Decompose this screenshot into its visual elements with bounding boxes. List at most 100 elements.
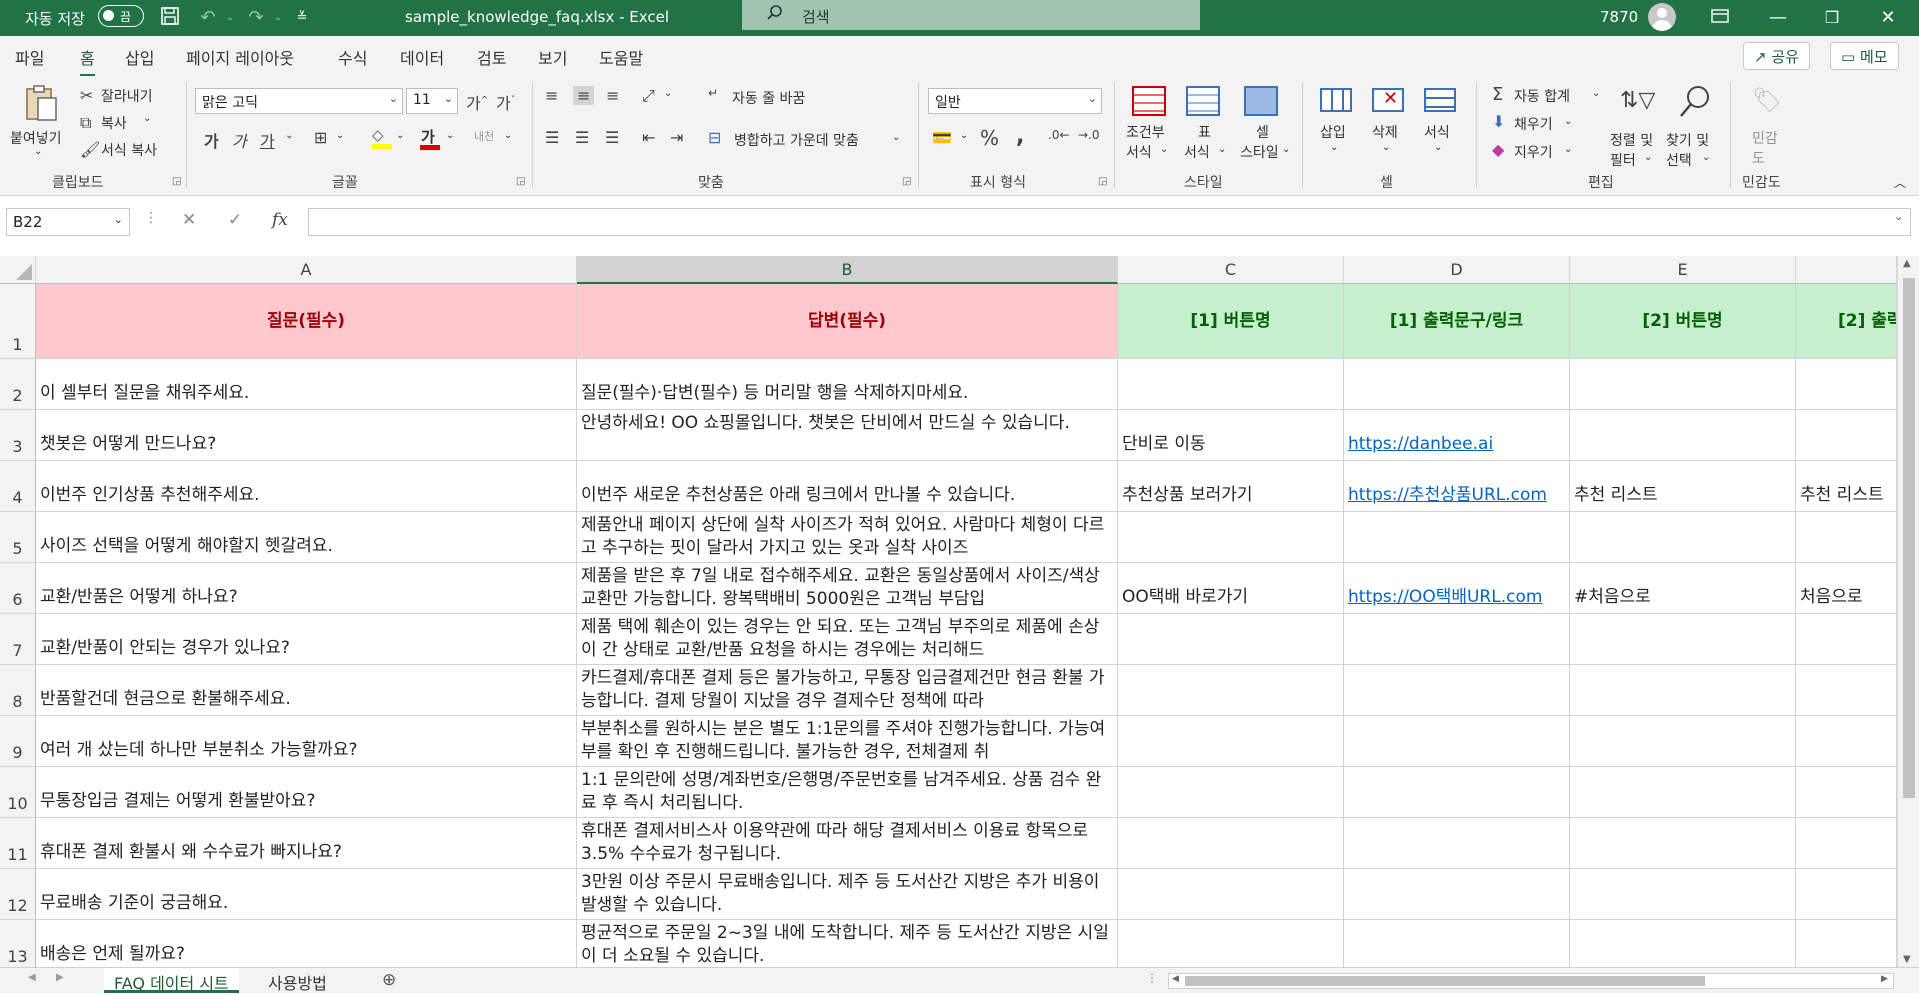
sheet-tab-usage[interactable]: 사용방법 xyxy=(258,968,337,993)
cell-a-2[interactable]: 이 셀부터 질문을 채워주세요. xyxy=(36,359,577,410)
cell-b-2[interactable]: 질문(필수)·답변(필수) 등 머리말 행을 삭제하지마세요. xyxy=(577,359,1118,410)
cell-a-5[interactable]: 사이즈 선택을 어떻게 해야할지 헷갈려요. xyxy=(36,512,577,563)
cell-e-2[interactable] xyxy=(1570,359,1796,410)
orientation-dropdown-icon[interactable]: ⌄ xyxy=(664,88,672,99)
clear-icon[interactable]: ◆ xyxy=(1492,140,1504,159)
row-header[interactable]: 2 xyxy=(0,359,36,410)
fill-dropdown-icon[interactable]: ⌄ xyxy=(1564,116,1572,127)
cell-f-2[interactable] xyxy=(1796,359,1897,410)
merge-center-icon[interactable]: ⊟ xyxy=(708,128,721,147)
cell-d-7[interactable] xyxy=(1344,614,1570,665)
sheet-tab-faq[interactable]: FAQ 데이터 시트 xyxy=(104,968,239,993)
row-header[interactable]: 4 xyxy=(0,461,36,512)
cell-d-2[interactable] xyxy=(1344,359,1570,410)
tab-help[interactable]: 도움말 xyxy=(599,45,643,69)
font-color-dropdown-icon[interactable]: ⌄ xyxy=(446,130,454,141)
cell-c-12[interactable] xyxy=(1118,869,1344,920)
phonetic-dropdown-icon[interactable]: ⌄ xyxy=(504,130,512,141)
column-header-f[interactable] xyxy=(1796,256,1897,284)
number-format-combo[interactable]: 일반 ⌄ xyxy=(928,88,1102,114)
format-as-table-button[interactable]: 표 서식 ⌄ xyxy=(1178,82,1230,168)
hyperlink[interactable]: https://danbee.ai xyxy=(1348,434,1493,454)
italic-button[interactable]: 가 xyxy=(232,128,247,152)
cell-b-9[interactable]: 부분취소를 원하시는 분은 별도 1:1문의를 주셔야 진행가능합니다. 가능여… xyxy=(577,716,1118,767)
cell-d-12[interactable] xyxy=(1344,869,1570,920)
align-top-icon[interactable]: ≡ xyxy=(545,86,558,105)
cell-e-13[interactable] xyxy=(1570,920,1796,967)
redo-dropdown-icon[interactable]: ⌄ xyxy=(266,6,290,30)
restore-icon[interactable]: ❐ xyxy=(1820,6,1844,30)
sort-filter-button[interactable]: ⇅▽ 정렬 및 필터 ⌄ xyxy=(1610,82,1662,169)
autosum-icon[interactable]: Σ xyxy=(1492,84,1503,105)
tab-file[interactable]: 파일 xyxy=(15,45,44,69)
tab-view[interactable]: 보기 xyxy=(538,45,567,69)
expand-formula-icon[interactable]: ⌄ xyxy=(1894,210,1903,223)
enter-icon[interactable]: ✓ xyxy=(228,210,242,230)
avatar[interactable] xyxy=(1648,3,1676,31)
prev-sheet-icon[interactable]: ◀ xyxy=(28,972,36,983)
minimize-icon[interactable]: — xyxy=(1766,6,1790,30)
cell-e-6[interactable]: #처음으로 xyxy=(1570,563,1796,614)
save-icon[interactable] xyxy=(158,6,182,30)
more-options-icon[interactable]: ⋮ xyxy=(144,210,158,226)
cell-a-10[interactable]: 무통장입금 결제는 어떻게 환불받아요? xyxy=(36,767,577,818)
scroll-thumb[interactable] xyxy=(1185,976,1705,986)
cell-f-8[interactable] xyxy=(1796,665,1897,716)
accounting-dropdown-icon[interactable]: ⌄ xyxy=(960,130,968,141)
ribbon-display-icon[interactable] xyxy=(1708,6,1732,30)
insert-function-icon[interactable]: fx xyxy=(272,210,288,230)
next-sheet-icon[interactable]: ▶ xyxy=(56,972,64,983)
cell-e-9[interactable] xyxy=(1570,716,1796,767)
undo-dropdown-icon[interactable]: ⌄ xyxy=(218,6,242,30)
paste-button[interactable]: 붙여넣기 ⌄ xyxy=(10,82,72,168)
spreadsheet-grid[interactable]: A B C D E 1 질문(필수) 답변(필수) [1] 버튼명 [1] 출력… xyxy=(0,256,1919,967)
cell-e-8[interactable] xyxy=(1570,665,1796,716)
wrap-text-button[interactable]: 자동 줄 바꿈 xyxy=(732,88,805,108)
cell-e-4[interactable]: 추천 리스트 xyxy=(1570,461,1796,512)
alignment-launcher-icon[interactable]: ◲ xyxy=(902,176,911,187)
hyperlink[interactable]: https://OO택배URL.com xyxy=(1348,587,1542,607)
cell-f-5[interactable] xyxy=(1796,512,1897,563)
cell-f-12[interactable] xyxy=(1796,869,1897,920)
accounting-format-icon[interactable]: 💳 xyxy=(932,128,952,147)
scroll-thumb[interactable] xyxy=(1903,278,1915,798)
share-button[interactable]: ↗ 공유 xyxy=(1743,42,1810,70)
cell-c-13[interactable] xyxy=(1118,920,1344,967)
cell-f-7[interactable] xyxy=(1796,614,1897,665)
cell-a-8[interactable]: 반품할건데 현금으로 환불해주세요. xyxy=(36,665,577,716)
split-handle-icon[interactable]: ⋮ xyxy=(1146,971,1158,985)
search-box[interactable]: 검색 xyxy=(742,0,1200,30)
increase-decimal-icon[interactable]: .0← xyxy=(1048,128,1070,142)
header-cell[interactable]: [1] 출력문구/링크 xyxy=(1344,284,1570,359)
cell-d-9[interactable] xyxy=(1344,716,1570,767)
name-box[interactable]: B22 ⌄ xyxy=(6,208,130,236)
shrink-font-icon[interactable]: 가ˇ xyxy=(496,90,515,114)
row-header[interactable]: 13 xyxy=(0,920,36,967)
header-cell[interactable]: 답변(필수) xyxy=(577,284,1118,359)
clear-button[interactable]: 지우기 xyxy=(1514,142,1553,162)
cell-a-12[interactable]: 무료배송 기준이 궁금해요. xyxy=(36,869,577,920)
cut-icon[interactable]: ✂ xyxy=(80,86,93,105)
row-header[interactable]: 8 xyxy=(0,665,36,716)
tab-insert[interactable]: 삽입 xyxy=(125,45,154,69)
cell-b-12[interactable]: 3만원 이상 주문시 무료배송입니다. 제주 등 도서산간 지방은 추가 비용이… xyxy=(577,869,1118,920)
cell-b-7[interactable]: 제품 택에 훼손이 있는 경우는 안 되요. 또는 고객님 부주의로 제품에 손… xyxy=(577,614,1118,665)
column-header-b[interactable]: B xyxy=(577,256,1118,284)
cell-a-4[interactable]: 이번주 인기상품 추천해주세요. xyxy=(36,461,577,512)
row-header[interactable]: 3 xyxy=(0,410,36,461)
clear-dropdown-icon[interactable]: ⌄ xyxy=(1564,144,1572,155)
format-painter-icon[interactable]: 🖌 xyxy=(80,140,100,159)
align-right-icon[interactable]: ☰ xyxy=(605,128,619,147)
cell-f-6[interactable]: 처음으로 xyxy=(1796,563,1897,614)
cell-a-11[interactable]: 휴대폰 결제 환불시 왜 수수료가 빠지나요? xyxy=(36,818,577,869)
insert-cells-button[interactable]: 삽입 ⌄ xyxy=(1312,82,1360,168)
number-launcher-icon[interactable]: ◲ xyxy=(1098,176,1107,187)
cell-d-13[interactable] xyxy=(1344,920,1570,967)
tab-page-layout[interactable]: 페이지 레이아웃 xyxy=(186,45,294,69)
cell-b-10[interactable]: 1:1 문의란에 성명/계좌번호/은행명/주문번호를 남겨주세요. 상품 검수 … xyxy=(577,767,1118,818)
merge-center-button[interactable]: 병합하고 가운데 맞춤 xyxy=(734,130,859,150)
cell-f-4[interactable]: 추천 리스트 xyxy=(1796,461,1897,512)
cell-c-7[interactable] xyxy=(1118,614,1344,665)
cell-c-3[interactable]: 단비로 이동 xyxy=(1118,410,1344,461)
cell-e-10[interactable] xyxy=(1570,767,1796,818)
